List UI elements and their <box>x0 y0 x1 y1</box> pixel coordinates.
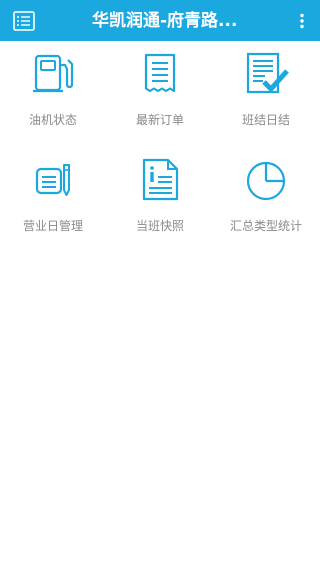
app-screen: 华凯润通-府青路... 油机状态 最新订单 班结日结 营业日管理 当班快照 汇总… <box>0 0 320 568</box>
top-app-bar: 华凯润通-府青路... <box>0 0 320 41</box>
overflow-menu-button[interactable] <box>294 9 310 33</box>
checked-document-icon <box>243 51 289 97</box>
page-title: 华凯润通-府青路... <box>92 11 238 31</box>
tile-business-day-management[interactable]: 营业日管理 <box>0 147 106 247</box>
tile-label: 营业日管理 <box>22 219 83 233</box>
function-grid: 油机状态 最新订单 班结日结 营业日管理 当班快照 汇总类型统计 <box>0 41 320 241</box>
tile-summary-type-stats[interactable]: 汇总类型统计 <box>213 147 319 247</box>
tile-label: 汇总类型统计 <box>229 219 302 233</box>
tile-label: 油机状态 <box>28 113 77 127</box>
tile-shift-daily-settlement[interactable]: 班结日结 <box>213 41 319 141</box>
list-icon <box>13 11 35 31</box>
tile-label: 最新订单 <box>135 113 184 127</box>
tile-label: 班结日结 <box>241 113 290 127</box>
menu-button[interactable] <box>12 9 36 33</box>
tile-label: 当班快照 <box>135 219 184 233</box>
tile-fuel-status[interactable]: 油机状态 <box>0 41 106 141</box>
tile-latest-orders[interactable]: 最新订单 <box>107 41 213 141</box>
fuel-pump-icon <box>30 51 76 97</box>
notepad-pen-icon <box>30 157 76 203</box>
info-document-icon <box>137 157 183 203</box>
tile-shift-snapshot[interactable]: 当班快照 <box>107 147 213 247</box>
receipt-icon <box>137 51 183 97</box>
more-vert-icon <box>300 13 304 29</box>
pie-chart-icon <box>243 157 289 203</box>
